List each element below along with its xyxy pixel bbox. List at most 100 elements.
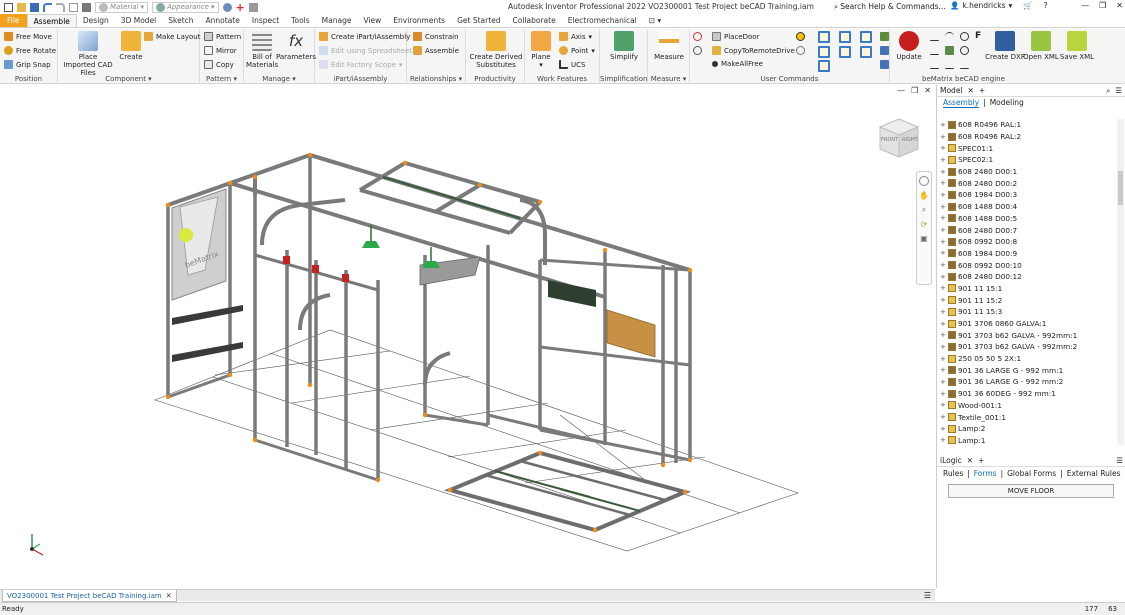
tab-forms[interactable]: Forms xyxy=(974,469,997,478)
measure-button[interactable]: Measure xyxy=(653,31,685,61)
tree-node[interactable]: +608 1488 D00:4 xyxy=(937,201,1117,213)
sketch-tool-8[interactable] xyxy=(930,60,939,69)
look-at-icon[interactable]: ▣ xyxy=(920,234,928,243)
sketch-tool-7[interactable] xyxy=(960,46,969,55)
tree-node[interactable]: +608 1488 D00:5 xyxy=(937,213,1117,225)
expand-icon[interactable]: + xyxy=(940,308,946,316)
menu-icon[interactable]: ☰ xyxy=(1115,86,1122,96)
expand-icon[interactable]: + xyxy=(940,284,946,292)
tree-node[interactable]: +608 0992 D00:8 xyxy=(937,236,1117,248)
tab-design[interactable]: Design xyxy=(77,14,115,27)
close-icon[interactable]: ✕ xyxy=(967,456,973,465)
move-floor-button[interactable]: MOVE FLOOR xyxy=(948,484,1114,498)
tree-node[interactable]: + SPEC01:1 xyxy=(937,142,1117,154)
expand-icon[interactable]: + xyxy=(940,179,946,187)
tree-node[interactable]: +608 2480 D00:7 xyxy=(937,224,1117,236)
create-derived-substitutes-button[interactable]: Create Derived Substitutes xyxy=(468,31,524,69)
new-file-icon[interactable] xyxy=(4,2,13,12)
grip-snap-button[interactable]: Grip Snap xyxy=(4,60,51,69)
orbit-icon[interactable]: ⟳ xyxy=(921,220,928,229)
tree-node[interactable]: +608 1984 D00:3 xyxy=(937,189,1117,201)
tree-node[interactable]: +608 2480 D00:12 xyxy=(937,271,1117,283)
tab-global-forms[interactable]: Global Forms xyxy=(1007,469,1056,478)
tree-node[interactable]: +901 11 15:1 xyxy=(937,283,1117,295)
close-icon[interactable]: ✕ xyxy=(1116,1,1123,10)
expand-icon[interactable]: + xyxy=(940,436,946,444)
unknown-tool-2[interactable] xyxy=(693,46,702,55)
update-button[interactable]: Update xyxy=(894,31,924,61)
tree-node[interactable]: +608 0992 D00:10 xyxy=(937,259,1117,271)
tree-node[interactable]: + SPEC02:1 xyxy=(937,154,1117,166)
tool-arrow-1[interactable] xyxy=(880,32,889,41)
restore-icon[interactable]: ❐ xyxy=(1099,1,1106,10)
cross-icon[interactable]: + xyxy=(236,2,245,13)
open-folder-icon[interactable] xyxy=(17,2,26,12)
sketch-line-button[interactable] xyxy=(930,32,939,41)
open-xml-button[interactable]: Open XML xyxy=(1023,31,1059,61)
expand-icon[interactable]: + xyxy=(940,168,946,176)
tree-node[interactable]: +608 1984 D00:9 xyxy=(937,248,1117,260)
constrain-button[interactable]: Constrain xyxy=(413,32,459,41)
sketch-tool-4[interactable]: F xyxy=(975,32,984,41)
search-icon[interactable]: ⌕ xyxy=(1106,86,1110,96)
tab-assemble[interactable]: Assemble xyxy=(26,14,77,27)
tree-node[interactable]: +901 11 15:2 xyxy=(937,294,1117,306)
copy-button[interactable]: Copy xyxy=(204,60,234,69)
tree-node[interactable]: +901 36 60DEG - 992 mm:1 xyxy=(937,388,1117,400)
expand-icon[interactable]: + xyxy=(940,390,946,398)
save-xml-button[interactable]: Save XML xyxy=(1060,31,1094,61)
simplify-button[interactable]: Simplify xyxy=(610,31,638,61)
tab-file[interactable]: File xyxy=(0,14,27,27)
expand-icon[interactable]: + xyxy=(940,261,946,269)
redo-icon[interactable] xyxy=(56,2,65,12)
tool-arrow-2[interactable] xyxy=(880,46,889,55)
tree-node[interactable]: +901 3706 0860 GALVA:1 xyxy=(937,318,1117,330)
tool-grid-2[interactable] xyxy=(839,31,851,43)
parameters-quick-icon[interactable] xyxy=(222,2,232,12)
tab-sketch[interactable]: Sketch xyxy=(162,14,199,27)
tool-grid-4[interactable] xyxy=(818,46,830,58)
tab-rules[interactable]: Rules xyxy=(943,469,963,478)
tree-node[interactable]: +608 R0496 RAL:1 xyxy=(937,119,1117,131)
close-doc-button[interactable] xyxy=(796,46,805,55)
expand-icon[interactable]: + xyxy=(940,296,946,304)
minimize-icon[interactable]: — xyxy=(1081,1,1089,10)
expand-icon[interactable]: + xyxy=(940,133,946,141)
material-select[interactable]: Material ▾ xyxy=(95,1,148,13)
expand-icon[interactable]: + xyxy=(940,378,946,386)
edit-spreadsheet-button[interactable]: Edit using Spreadsheet xyxy=(319,46,412,55)
radiation-button[interactable] xyxy=(796,32,805,41)
cart-icon[interactable]: 🛒 xyxy=(1023,1,1032,10)
tab-3d-model[interactable]: 3D Model xyxy=(115,14,162,27)
create-ipart-button[interactable]: Create iPart/iAssembly xyxy=(319,32,410,41)
expand-icon[interactable]: + xyxy=(940,425,946,433)
sketch-tool-3[interactable] xyxy=(960,32,969,41)
tree-node[interactable]: + Wood-001:1 xyxy=(937,400,1117,412)
tool-grid-6[interactable] xyxy=(860,46,872,58)
tree-scrollbar[interactable] xyxy=(1117,119,1124,445)
pan-icon[interactable]: ✋ xyxy=(919,191,929,200)
sketch-tool-9[interactable] xyxy=(945,60,954,69)
expand-icon[interactable]: + xyxy=(940,273,946,281)
create-dxf-button[interactable]: Create DXF xyxy=(985,31,1025,61)
make-layout-button[interactable]: Make Layout xyxy=(144,32,200,41)
expand-icon[interactable]: + xyxy=(940,331,946,339)
tab-modeling[interactable]: Modeling xyxy=(990,98,1024,107)
expand-icon[interactable]: + xyxy=(940,191,946,199)
sketch-tool-6[interactable] xyxy=(945,46,954,55)
tab-electromechanical[interactable]: Electromechanical xyxy=(562,14,643,27)
close-icon[interactable]: ✕ xyxy=(968,86,974,95)
tab-collaborate[interactable]: Collaborate xyxy=(507,14,562,27)
tree-node[interactable]: +250 05 50 5 2X:1 xyxy=(937,353,1117,365)
tree-node[interactable]: +901 3703 b62 GALVA - 992mm:2 xyxy=(937,341,1117,353)
full-nav-wheel-icon[interactable] xyxy=(919,176,929,186)
plane-button[interactable]: Plane ▾ xyxy=(528,31,554,69)
bill-of-materials-button[interactable]: Bill of Materials xyxy=(246,31,278,69)
copy-to-remote-drive-button[interactable]: CopyToRemoteDrive xyxy=(712,46,795,55)
sketch-arc-button[interactable] xyxy=(945,32,954,41)
close-icon[interactable]: ✕ xyxy=(924,86,931,95)
zoom-icon[interactable]: ⌕ xyxy=(922,205,926,215)
sketch-tool-5[interactable] xyxy=(930,46,939,55)
expand-icon[interactable]: + xyxy=(940,413,946,421)
tree-node[interactable]: +608 R0496 RAL:2 xyxy=(937,131,1117,143)
